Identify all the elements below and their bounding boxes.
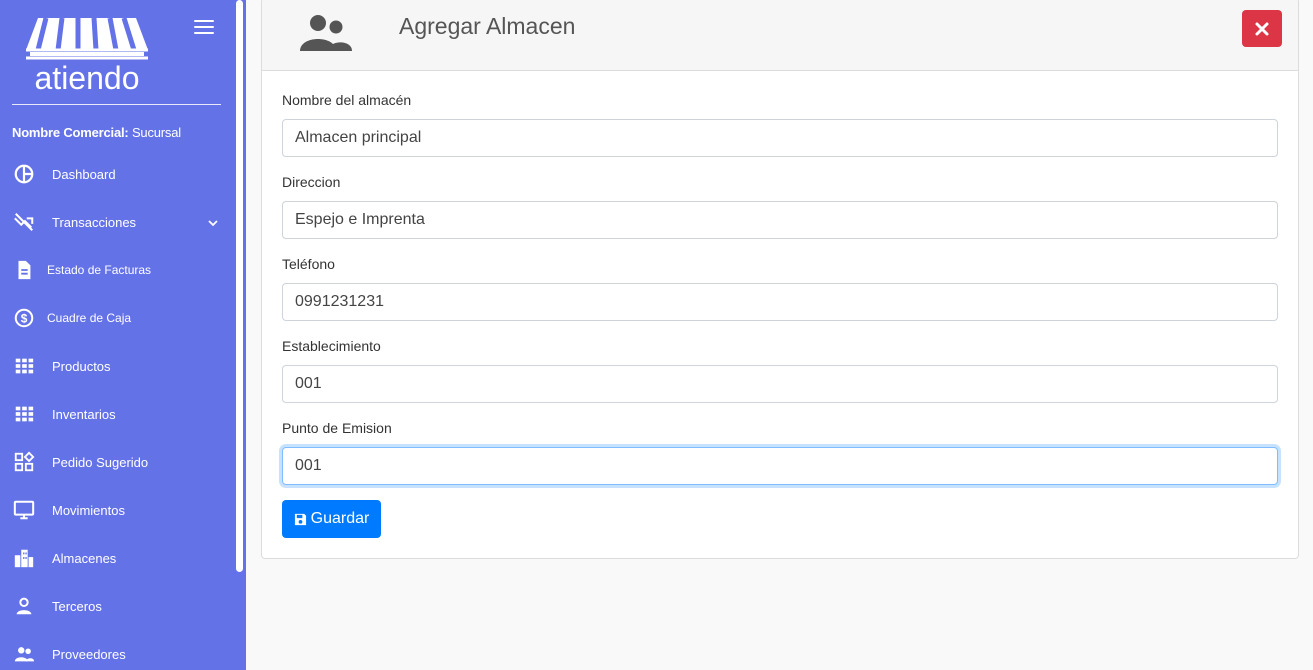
sidebar-item-label: Estado de Facturas [47, 263, 152, 277]
sidebar-item-label: Cuadre de Caja [47, 311, 132, 325]
establishment-label: Establecimiento [282, 338, 381, 354]
add-warehouse-card: Agregar Almacen Nombre del almacén Direc… [261, 0, 1299, 559]
establishment-input[interactable] [282, 365, 1278, 403]
address-label: Direccion [282, 174, 341, 190]
sidebar-item-transacciones[interactable]: Transacciones [0, 198, 236, 246]
sidebar-item-inventarios[interactable]: Inventarios [0, 390, 236, 438]
sidebar-item-pedido-sugerido[interactable]: Pedido Sugerido [0, 438, 236, 486]
sidebar-nav: Dashboard Transacciones Estado de Factur… [0, 150, 236, 670]
commercial-name: Nombre Comercial: Sucursal [12, 125, 181, 140]
sidebar-scrollbar[interactable] [236, 0, 243, 572]
logo-text: atiendo [35, 60, 140, 96]
grid-icon [13, 355, 35, 377]
save-button-label: Guardar [310, 510, 370, 527]
phone-label: Teléfono [282, 256, 335, 272]
sidebar-item-label: Productos [52, 358, 111, 374]
page-title: Agregar Almacen [399, 13, 576, 39]
document-icon [13, 259, 35, 281]
sidebar-item-label: Proveedores [52, 646, 126, 662]
sidebar: atiendo Nombre Comercial: Sucursal Dashb… [0, 0, 246, 670]
sidebar-item-proveedores[interactable]: Proveedores [0, 630, 236, 670]
grid-icon [13, 403, 35, 425]
widgets-icon [13, 451, 35, 473]
warehouse-name-label: Nombre del almacén [282, 92, 412, 108]
sidebar-item-terceros[interactable]: Terceros [0, 582, 236, 630]
emission-point-label: Punto de Emision [282, 420, 392, 436]
close-icon [1255, 22, 1269, 35]
person-icon [13, 595, 35, 617]
sidebar-item-label: Dashboard [52, 166, 116, 182]
sidebar-item-movimientos[interactable]: Movimientos [0, 486, 236, 534]
sidebar-divider [12, 104, 221, 105]
commercial-value: Sucursal [131, 125, 181, 140]
sidebar-item-almacenes[interactable]: Almacenes [0, 534, 236, 582]
users-icon [298, 13, 354, 53]
sidebar-item-label: Terceros [52, 598, 102, 614]
hamburger-menu-icon[interactable] [194, 20, 214, 36]
sidebar-item-productos[interactable]: Productos [0, 342, 236, 390]
sidebar-item-label: Inventarios [52, 406, 116, 422]
commercial-label: Nombre Comercial: [12, 125, 129, 140]
warehouse-name-input[interactable] [282, 119, 1278, 157]
sidebar-item-label: Pedido Sugerido [52, 454, 149, 470]
people-icon [13, 643, 35, 665]
sidebar-item-label: Movimientos [52, 502, 125, 518]
save-button[interactable]: Guardar [282, 500, 381, 538]
chevron-down-icon[interactable] [207, 216, 219, 228]
close-button[interactable] [1242, 10, 1282, 47]
phone-input[interactable] [282, 283, 1278, 321]
dashboard-icon [13, 163, 35, 185]
sidebar-item-estado-facturas[interactable]: Estado de Facturas [0, 246, 236, 294]
sidebar-item-label: Almacenes [52, 550, 117, 566]
transactions-icon [13, 211, 35, 233]
sidebar-item-cuadre-caja[interactable]: $ Cuadre de Caja [0, 294, 236, 342]
atiendo-logo[interactable]: atiendo [24, 14, 150, 96]
dollar-circle-icon: $ [13, 307, 35, 329]
card-header: Agregar Almacen [262, 0, 1298, 71]
monitor-icon [13, 499, 35, 521]
sidebar-item-dashboard[interactable]: Dashboard [0, 150, 236, 198]
address-input[interactable] [282, 201, 1278, 239]
save-floppy-icon [294, 513, 306, 525]
svg-text:$: $ [21, 312, 28, 326]
sidebar-item-label: Transacciones [52, 214, 137, 230]
emission-point-input[interactable] [282, 447, 1278, 485]
buildings-icon [13, 547, 35, 569]
